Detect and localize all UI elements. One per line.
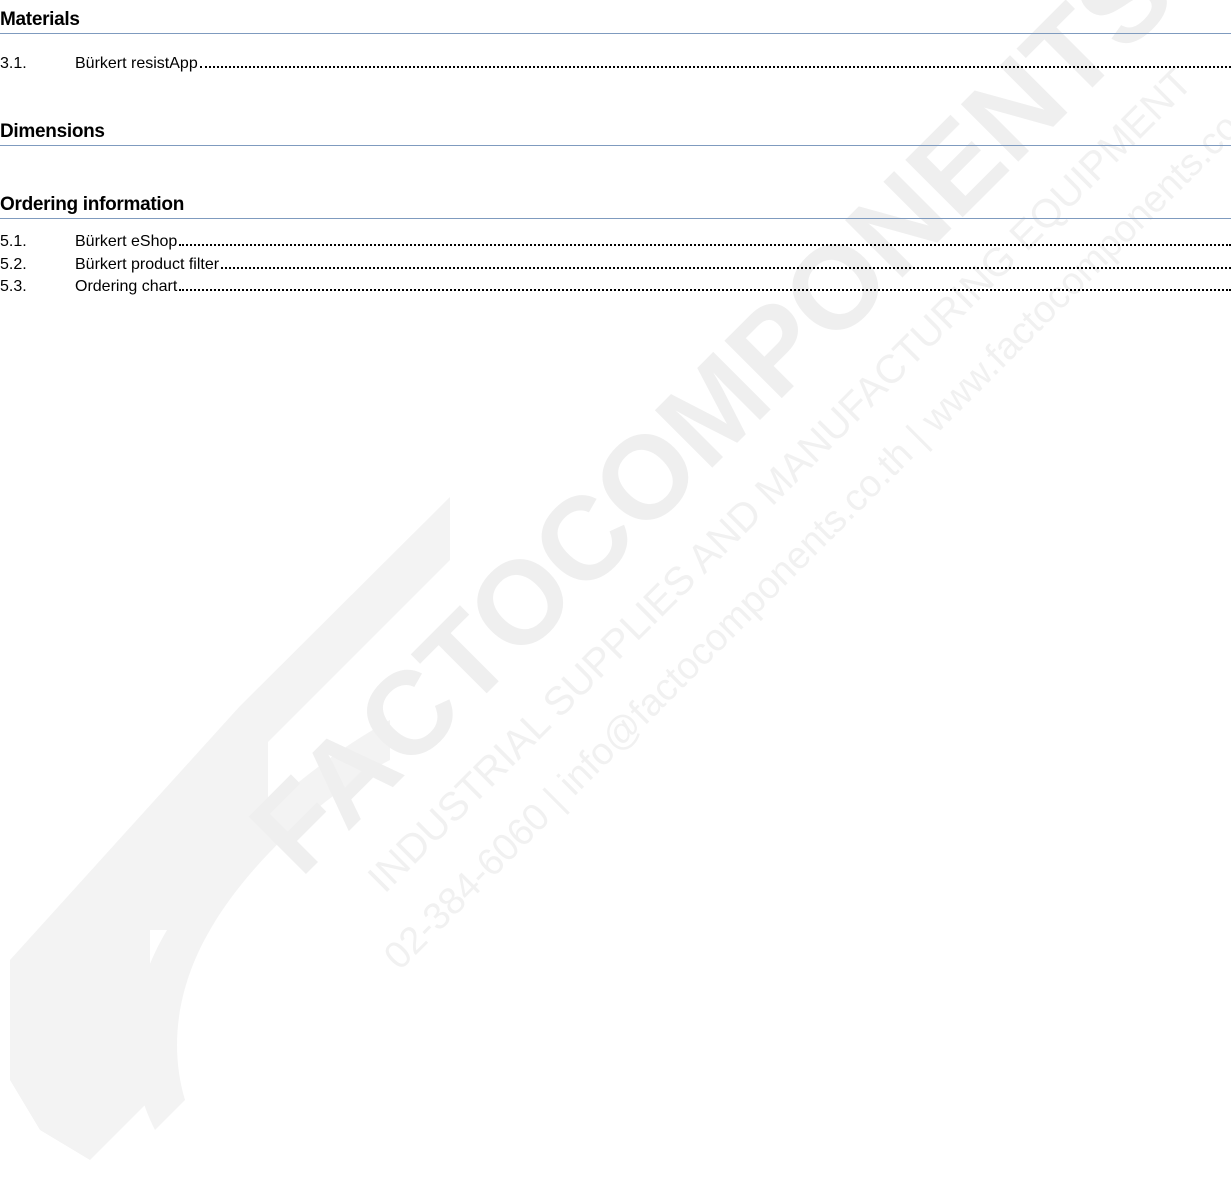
watermark-tagline: INDUSTRIAL SUPPLIES AND MANUFACTURING EQ…	[360, 60, 1201, 901]
section-heading-materials: Materials	[0, 9, 1231, 34]
section-title: Materials	[0, 9, 80, 30]
dot-leader	[179, 277, 1231, 291]
section-title: Ordering information	[0, 194, 185, 215]
section-heading-ordering-information: Ordering information	[0, 194, 1231, 219]
toc-entry-title: Bürkert eShop	[75, 233, 178, 250]
toc-entry-3-1[interactable]: 3.1. Bürkert resistApp	[0, 53, 1231, 75]
watermark: FACTOCOMPONENTS INDUSTRIAL SUPPLIES AND …	[10, 0, 1231, 1160]
dot-leader	[221, 255, 1231, 269]
section-title: Dimensions	[0, 121, 105, 142]
section-heading-dimensions: Dimensions	[0, 121, 1231, 146]
toc-entry-5-1[interactable]: 5.1. Bürkert eShop	[0, 231, 1231, 253]
dot-leader	[179, 232, 1231, 246]
toc-entry-number: 5.3.	[0, 278, 27, 295]
watermark-logo	[10, 497, 450, 1160]
toc-entry-5-3[interactable]: 5.3. Ordering chart	[0, 276, 1231, 298]
toc-entry-title: Bürkert product filter	[75, 256, 220, 273]
dot-leader	[199, 54, 1231, 68]
toc-entry-5-2[interactable]: 5.2. Bürkert product filter	[0, 254, 1231, 276]
toc-entry-number: 3.1.	[0, 55, 27, 72]
toc-entry-title: Bürkert resistApp	[75, 55, 198, 72]
toc-entry-number: 5.2.	[0, 256, 27, 273]
toc-entry-number: 5.1.	[0, 233, 27, 250]
toc-entry-title: Ordering chart	[75, 278, 178, 295]
